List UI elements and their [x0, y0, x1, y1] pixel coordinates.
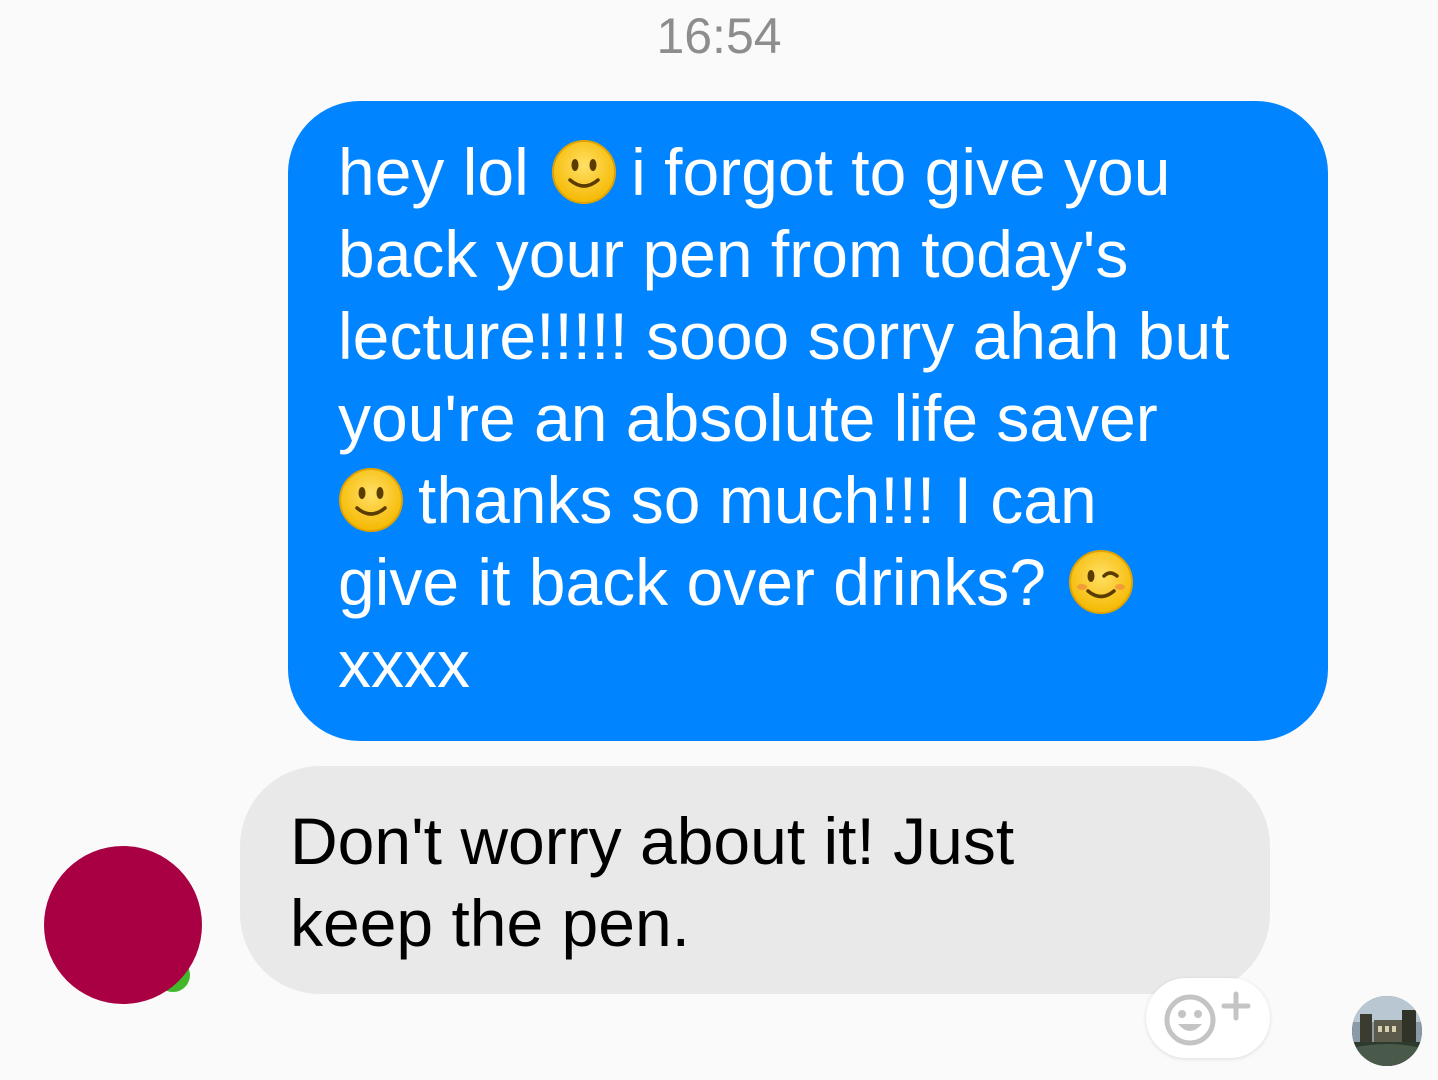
message-line: hey lol i forgot to give you	[338, 131, 1288, 213]
read-receipt-avatar	[1352, 996, 1422, 1066]
incoming-message-bubble[interactable]: Don't worry about it! Just keep the pen.	[240, 766, 1270, 994]
message-line: Don't worry about it! Just	[290, 804, 1015, 878]
sender-avatar[interactable]	[44, 846, 202, 1004]
message-line: xxxx	[338, 627, 470, 701]
message-line: keep the pen.	[290, 886, 690, 960]
slightly-smiling-face-icon	[338, 467, 404, 533]
message-line: you're an absolute life saver	[338, 381, 1158, 455]
message-text: thanks so much!!! I can	[418, 463, 1097, 537]
add-reaction-button[interactable]	[1146, 978, 1270, 1058]
winking-face-icon	[1068, 549, 1134, 615]
message-line: lecture!!!!! sooo sorry ahah but	[338, 299, 1230, 373]
message-line: back your pen from today's	[338, 217, 1129, 291]
message-text: give it back over drinks?	[338, 545, 1046, 619]
profile-photo-icon	[1352, 996, 1422, 1066]
message-text: hey lol	[338, 135, 529, 209]
message-line: give it back over drinks?	[338, 541, 1288, 623]
message-line: thanks so much!!! I can	[338, 459, 1288, 541]
add-reaction-icon	[1164, 991, 1251, 1046]
message-timestamp: 16:54	[656, 8, 782, 64]
outgoing-message-bubble[interactable]: hey lol i forgot to give you back your p…	[288, 101, 1328, 741]
message-text: i forgot to give you	[631, 135, 1171, 209]
slightly-smiling-face-icon	[551, 139, 617, 205]
